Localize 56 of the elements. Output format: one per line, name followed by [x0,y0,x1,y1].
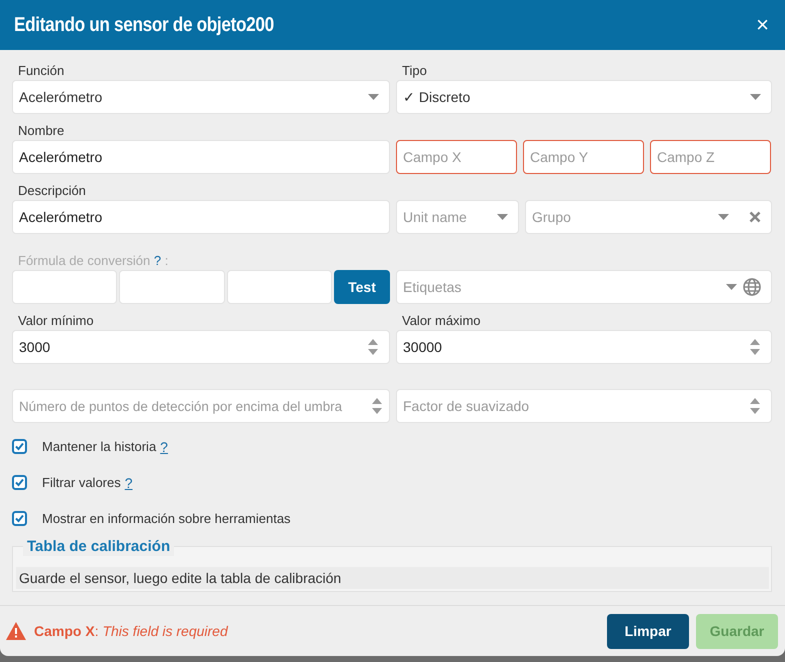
input-field[interactable]: Campo Y [523,140,644,174]
description-field[interactable]: Acelerómetro [12,200,390,234]
formula-input[interactable] [119,270,225,304]
field-label: Nombre [17,122,64,140]
checkbox-label: Mantener la historia [42,439,156,454]
field-label: Función [17,62,64,80]
dropdown-caret-icon [718,214,729,220]
checkbox-label: Filtrar valores [42,475,121,490]
dialog-title: Editando un sensor de objeto200 [14,14,274,36]
name-field[interactable]: Acelerómetro [12,140,390,174]
help-link[interactable]: ? [124,474,133,490]
input-field[interactable]: Campo X [396,140,517,174]
clear-icon [749,211,761,223]
spinner-arrows-icon [749,338,761,356]
dropdown-caret-icon [750,94,761,100]
type-dropdown[interactable]: ✓ Discreto [396,80,772,114]
tags-dropdown[interactable]: Etiquetas [396,270,772,304]
placeholder-text: Etiquetas [403,279,462,295]
error-message: Campo X: This field is required [34,623,228,639]
field-label: Tipo [401,62,427,80]
checkbox[interactable] [12,511,27,526]
placeholder-text: Grupo [532,209,572,225]
warning-icon [6,622,26,640]
field-label: Descripción [17,182,86,200]
selected-value: ✓ Discreto [403,89,472,105]
group-dropdown[interactable]: Grupo [525,200,772,234]
unit-dropdown[interactable]: Unit name [396,200,519,234]
globe-icon [743,278,761,296]
close-button[interactable]: × [754,14,771,36]
dropdown-caret-icon [726,284,737,290]
field-label: Valor máximo [401,312,481,330]
section-title: Tabla de calibración [23,538,174,556]
detection-points-field[interactable]: Número de puntos de detección por encima del umbra [12,389,390,423]
dropdown-caret-icon [368,94,379,100]
smoothing-factor-field[interactable]: Factor de suavizado [396,389,772,423]
spinner-arrows-icon [367,338,379,356]
help-link[interactable]: ? [160,438,168,454]
function-dropdown[interactable]: Acelerómetro [12,80,390,114]
checkbox-label: Mostrar en información sobre herramientas [42,511,291,526]
checkbox[interactable] [12,475,27,490]
formula-input[interactable] [226,270,332,304]
clear-button[interactable]: Limpar [607,614,689,648]
spinner-arrows-icon [749,397,761,415]
spinner-arrows-icon [371,397,383,415]
field-label: Fórmula de conversión ? : [17,252,168,270]
placeholder-text: Unit name [403,209,468,225]
info-message: Guarde el sensor, luego edite la tabla de calibración [16,567,769,589]
selected-value: Acelerómetro [19,89,104,105]
minimum-value-field[interactable]: 3000 [12,330,390,364]
maximum-value-field[interactable]: 30000 [396,330,772,364]
input-field[interactable]: Campo Z [650,140,771,174]
field-label: Valor mínimo [17,312,94,330]
checkbox[interactable] [12,439,27,454]
test-button[interactable]: Test [334,270,390,304]
dropdown-caret-icon [497,214,508,220]
formula-input[interactable] [12,270,118,304]
